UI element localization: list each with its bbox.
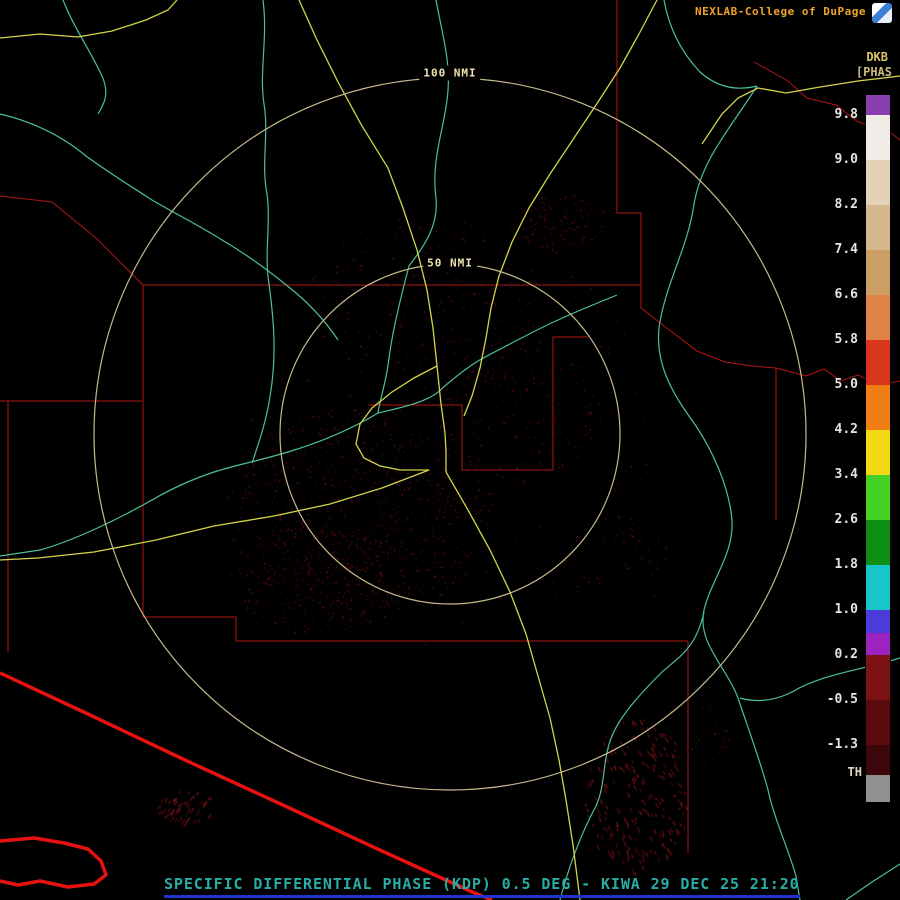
colorbar <box>866 95 890 802</box>
map-overlay <box>0 0 900 900</box>
colorbar-segment <box>866 700 890 745</box>
colorbar-segment <box>866 115 890 160</box>
colorbar-tick-label: 5.0 <box>834 377 858 392</box>
colorbar-tick-label: -1.3 <box>826 737 858 752</box>
colorbar-segment <box>866 95 890 115</box>
colorbar-segment <box>866 633 890 655</box>
range-ring-label-50nmi: 50 NMI <box>423 255 477 271</box>
colorbar-segment <box>866 340 890 385</box>
river-line <box>845 863 900 900</box>
status-bar: SPECIFIC DIFFERENTIAL PHASE (KDP) 0.5 DE… <box>164 874 800 898</box>
colorbar-tick-label: 8.2 <box>834 197 858 212</box>
colorbar-tick-label: 1.0 <box>834 602 858 617</box>
river-line <box>62 0 107 115</box>
county-boundary-line <box>616 0 642 285</box>
border-line <box>0 836 108 889</box>
highways <box>0 0 900 900</box>
highway-line <box>355 365 438 471</box>
county-boundary-line <box>368 336 588 471</box>
colorbar-tick-label: 7.4 <box>834 242 858 257</box>
colorbar-segment <box>866 520 890 565</box>
colorbar-tick-label: 3.4 <box>834 467 858 482</box>
county-boundary-line <box>0 195 144 286</box>
highway-line <box>463 0 658 417</box>
colorbar-segment <box>866 385 890 430</box>
county-boundaries <box>0 0 900 853</box>
highway-line <box>0 0 178 39</box>
river-line <box>657 85 801 900</box>
colorbar-segment <box>866 475 890 520</box>
river-line <box>0 113 339 341</box>
highway-line <box>0 469 430 561</box>
colorbar-segment <box>866 745 890 775</box>
river-line <box>377 0 450 414</box>
colorbar-tick-label: 5.8 <box>834 332 858 347</box>
colorbar-tick-label: 0.2 <box>834 647 858 662</box>
product-status-text: SPECIFIC DIFFERENTIAL PHASE (KDP) 0.5 DE… <box>164 875 800 898</box>
cod-weather-logo-icon <box>872 3 892 23</box>
colorbar-unit-phase: [PHAS <box>855 65 892 79</box>
border-line <box>0 671 493 900</box>
county-boundary-line <box>143 616 688 642</box>
colorbar-tick-label: -0.5 <box>826 692 858 707</box>
colorbar-segment <box>866 250 890 295</box>
colorbar-segment <box>866 430 890 475</box>
county-boundary-line <box>640 285 777 369</box>
colorbar-tick-label: 9.0 <box>834 152 858 167</box>
international-border <box>0 671 493 900</box>
colorbar-segment <box>866 295 890 340</box>
river-line <box>0 412 379 557</box>
river-line <box>559 611 705 900</box>
colorbar-unit-dkb: DKB <box>866 50 888 64</box>
colorbar-tick-label: 2.6 <box>834 512 858 527</box>
colorbar-tick-label: 1.8 <box>834 557 858 572</box>
colorbar-segment <box>866 205 890 250</box>
highway-line <box>444 432 447 472</box>
site-brand-text: NEXLAB-College of DuPage <box>695 5 866 18</box>
colorbar-segment <box>866 610 890 633</box>
colorbar-tick-label: 6.6 <box>834 287 858 302</box>
rivers <box>0 0 900 900</box>
colorbar-segment <box>866 565 890 610</box>
colorbar-segment <box>866 160 890 205</box>
range-ring-label-100nmi: 100 NMI <box>419 65 481 81</box>
colorbar-unit-th: TH <box>847 765 862 779</box>
river-line <box>251 0 275 464</box>
radar-viewport[interactable]: 100 NMI 50 NMI NEXLAB-College of DuPage … <box>0 0 900 900</box>
colorbar-segment <box>866 775 890 802</box>
colorbar-tick-label: 9.8 <box>834 107 858 122</box>
colorbar-tick-label: 4.2 <box>834 422 858 437</box>
colorbar-segment <box>866 655 890 700</box>
highway-line <box>445 471 581 900</box>
river-line <box>377 294 618 414</box>
